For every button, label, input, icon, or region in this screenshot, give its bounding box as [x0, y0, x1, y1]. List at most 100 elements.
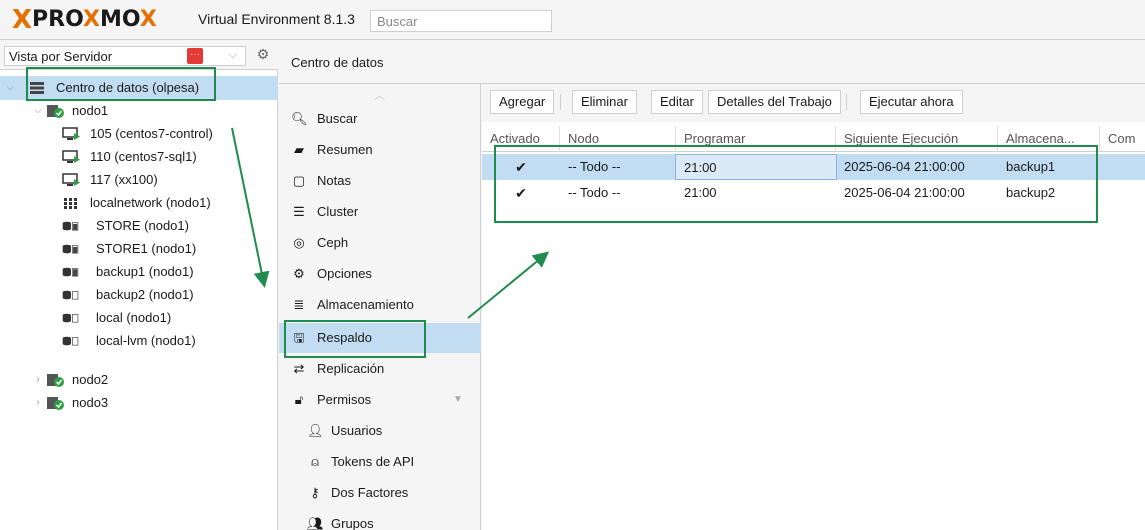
tree-item-label: local (nodo1): [96, 310, 172, 325]
column-header-node[interactable]: Nodo: [560, 126, 676, 152]
chevron-down-icon[interactable]: ⌵: [4, 76, 16, 100]
top-bar: X PROXMOX Virtual Environment 8.1.3 Busc…: [0, 0, 1145, 40]
floppy-icon: 🖫: [293, 330, 305, 345]
enabled-check: ✔: [515, 159, 527, 175]
column-header-next-run[interactable]: Siguiente Ejecución: [836, 126, 998, 152]
nav-item-api-tokens[interactable]: ⍝ Tokens de API: [279, 447, 481, 477]
storage-icon: [62, 221, 79, 231]
logo-x-letter-2: X: [139, 7, 157, 32]
tree-item-vm-117[interactable]: 117 (xx100): [0, 168, 278, 192]
chevron-down-icon[interactable]: ⌵: [229, 49, 237, 62]
resource-tree-panel: Vista por Servidor ··· ⌵ ⚙ ⌵ Centro de d…: [0, 40, 278, 530]
gear-icon: ⚙: [293, 266, 305, 281]
vm-running-icon: [62, 127, 80, 140]
nav-item-notes[interactable]: ▢ Notas: [279, 166, 481, 196]
ceph-icon: ◎: [293, 235, 305, 250]
tree-item-label: STORE (nodo1): [96, 218, 189, 233]
edit-button[interactable]: Editar: [651, 90, 703, 114]
enabled-check: ✔: [515, 185, 527, 201]
add-button[interactable]: Agregar: [490, 90, 555, 114]
backup-grid-header: Activado Nodo Programar Siguiente Ejecuc…: [482, 126, 1145, 152]
tree-item-nodo3[interactable]: › nodo3: [0, 391, 278, 415]
storage-icon: [62, 244, 79, 254]
remove-button[interactable]: Eliminar: [572, 90, 637, 114]
nav-item-search[interactable]: 🔍︎ Buscar: [279, 104, 481, 134]
column-header-storage[interactable]: Almacena...: [998, 126, 1100, 152]
table-row[interactable]: ✔ -- Todo -- 21:00 2025-06-04 21:00:00 b…: [482, 180, 1145, 206]
tree-item-label: local-lvm (nodo1): [96, 333, 196, 348]
nav-item-groups[interactable]: 👥︎ Grupos: [279, 509, 481, 530]
storage-cell: backup2: [1006, 185, 1056, 200]
chevron-down-icon[interactable]: ▼: [453, 385, 463, 415]
note-icon: ▢: [292, 173, 306, 188]
chevron-up-icon[interactable]: ︿: [374, 87, 385, 103]
chevron-right-icon[interactable]: ›: [32, 391, 44, 415]
logo-mo: MO: [100, 7, 140, 32]
tree-item-backup2[interactable]: backup2 (nodo1): [0, 283, 278, 307]
page-title: Centro de datos: [291, 55, 384, 70]
tree-item-label: nodo1: [72, 103, 109, 118]
nav-item-two-factor[interactable]: ⚷ Dos Factores: [279, 478, 481, 508]
tree-item-store[interactable]: STORE (nodo1): [0, 214, 278, 238]
tree-item-label: nodo2: [72, 372, 109, 387]
storage-icon: [62, 336, 79, 346]
nav-item-cluster[interactable]: ☰ Cluster: [279, 197, 481, 227]
chevron-down-icon[interactable]: ⌵: [32, 99, 44, 123]
storage-icon: [62, 313, 79, 323]
tree-item-store1[interactable]: STORE1 (nodo1): [0, 237, 278, 261]
job-details-button[interactable]: Detalles del Trabajo: [708, 90, 841, 114]
storage-icon: [62, 267, 79, 277]
column-header-schedule[interactable]: Programar: [676, 126, 836, 152]
nav-item-users[interactable]: 👤︎ Usuarios: [279, 416, 481, 446]
tree-item-localnetwork[interactable]: localnetwork (nodo1): [0, 191, 278, 215]
users-icon: 👥︎: [307, 516, 324, 530]
tree-item-label: nodo3: [72, 395, 109, 410]
tree-item-vm-110[interactable]: 110 (centos7-sql1): [0, 145, 278, 169]
nav-item-summary[interactable]: ▰ Resumen: [279, 135, 481, 165]
toolbar-separator: [560, 94, 561, 110]
nav-item-ceph[interactable]: ◎ Ceph: [279, 228, 481, 258]
node-cell: -- Todo --: [568, 185, 621, 200]
tree-item-label: backup1 (nodo1): [96, 264, 194, 279]
tree-item-nodo2[interactable]: › nodo2: [0, 368, 278, 392]
global-search-input[interactable]: Buscar: [370, 10, 552, 32]
datacenter-icon: [30, 82, 44, 94]
table-row[interactable]: ✔ -- Todo -- 21:00 2025-06-04 21:00:00 b…: [482, 154, 1145, 180]
column-header-enabled[interactable]: Activado: [482, 126, 560, 152]
logo-x-mark: X: [12, 5, 32, 35]
run-now-button[interactable]: Ejecutar ahora: [860, 90, 963, 114]
tree-item-local[interactable]: local (nodo1): [0, 306, 278, 330]
node-online-icon: [47, 105, 64, 118]
next-run-cell: 2025-06-04 21:00:00: [844, 185, 965, 200]
notification-badge[interactable]: ···: [187, 48, 203, 64]
nav-item-replication[interactable]: ⇄ Replicación: [279, 354, 481, 384]
view-select[interactable]: Vista por Servidor ··· ⌵: [4, 46, 246, 66]
gear-icon[interactable]: ⚙: [254, 46, 272, 64]
tree-item-backup1[interactable]: backup1 (nodo1): [0, 260, 278, 284]
tree-item-label: 110 (centos7-sql1): [90, 149, 197, 164]
user-outline-icon: ⍝: [311, 454, 319, 469]
backup-jobs-panel: Agregar Eliminar Editar Detalles del Tra…: [482, 84, 1145, 530]
nav-item-backup[interactable]: 🖫 Respaldo: [279, 323, 481, 353]
tree-item-local-lvm[interactable]: local-lvm (nodo1): [0, 329, 278, 353]
schedule-cell: 21:00: [675, 154, 837, 180]
content-header: Centro de datos: [279, 40, 1145, 84]
config-nav: ︿ 🔍︎ Buscar ▰ Resumen ▢ Notas ☰ Cluster ◎ Cep…: [279, 84, 481, 530]
view-selector-bar: Vista por Servidor ··· ⌵ ⚙: [0, 40, 278, 70]
nav-item-permissions[interactable]: 🔓︎ Permisos ▼: [279, 385, 481, 415]
storage-icon: [62, 290, 79, 300]
book-icon: ▰: [294, 142, 304, 157]
vm-icon: [62, 173, 80, 186]
chevron-right-icon[interactable]: ›: [32, 368, 44, 392]
nav-item-options[interactable]: ⚙ Opciones: [279, 259, 481, 289]
node-cell: -- Todo --: [568, 159, 621, 174]
node-online-icon: [47, 397, 64, 410]
toolbar-separator: [846, 94, 847, 110]
search-icon: 🔍︎: [291, 111, 308, 126]
tree-item-datacenter[interactable]: ⌵ Centro de datos (olpesa): [0, 76, 278, 100]
tree-item-nodo1[interactable]: ⌵ nodo1: [0, 99, 278, 123]
tree-item-vm-105[interactable]: 105 (centos7-control): [0, 122, 278, 146]
tree-item-label: STORE1 (nodo1): [96, 241, 197, 256]
nav-item-storage[interactable]: ≣ Almacenamiento: [279, 290, 481, 320]
column-header-comment[interactable]: Com: [1100, 126, 1145, 152]
